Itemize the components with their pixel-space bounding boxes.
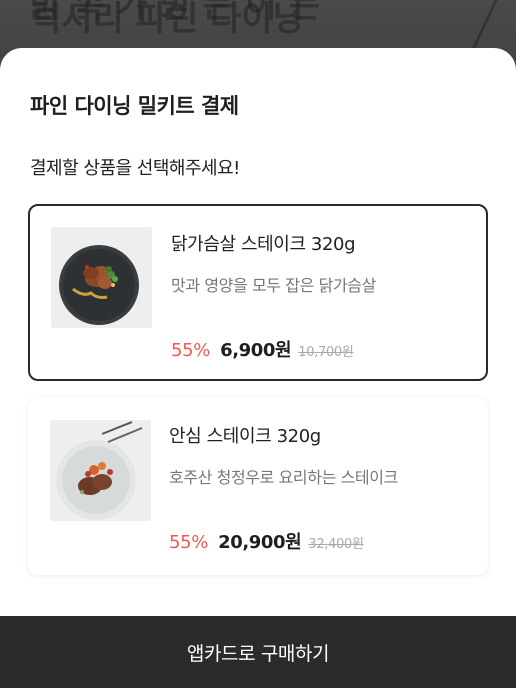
tenderloin-steak-plate-image bbox=[50, 420, 151, 521]
payment-bottom-sheet: 파인 다이닝 밀키트 결제 결제할 상품을 선택해주세요! 닭가슴살 스테이크 … bbox=[0, 48, 516, 688]
product-card-chicken-steak[interactable]: 닭가슴살 스테이크 320g 맛과 영양을 모두 잡은 닭가슴살 55% 6,9… bbox=[28, 204, 488, 381]
app-card-purchase-button[interactable]: 앱카드로 구매하기 bbox=[0, 616, 516, 688]
product-name: 닭가슴살 스테이크 320g bbox=[171, 234, 356, 255]
price-row: 55% 6,900원 10,700원 bbox=[171, 336, 354, 362]
tenderloin-steak-plate-icon bbox=[50, 420, 151, 521]
chicken-steak-plate-icon bbox=[51, 227, 152, 328]
chicken-steak-plate-image bbox=[51, 227, 152, 328]
price-row: 55% 20,900원 32,400원 bbox=[169, 528, 364, 554]
original-price: 10,700원 bbox=[298, 345, 354, 360]
sale-price: 6,900원 bbox=[220, 340, 292, 361]
product-description: 맛과 영양을 모두 잡은 닭가슴살 bbox=[171, 276, 376, 295]
discount-rate: 55% bbox=[169, 532, 209, 553]
product-description: 호주산 청정우로 요리하는 스테이크 bbox=[169, 468, 398, 487]
discount-rate: 55% bbox=[171, 340, 211, 361]
sale-price: 20,900원 bbox=[218, 532, 302, 553]
sheet-instruction: 결제할 상품을 선택해주세요! bbox=[30, 158, 240, 179]
product-card-tenderloin-steak[interactable]: 안심 스테이크 320g 호주산 청정우로 요리하는 스테이크 55% 20,9… bbox=[28, 398, 488, 575]
product-name: 안심 스테이크 320g bbox=[169, 426, 321, 447]
sheet-title: 파인 다이닝 밀키트 결제 bbox=[30, 94, 239, 118]
background-title: 럭셔리 파인 다이닝 bbox=[30, 0, 304, 39]
original-price: 32,400원 bbox=[308, 537, 364, 552]
product-list: 닭가슴살 스테이크 320g 맛과 영양을 모두 잡은 닭가슴살 55% 6,9… bbox=[28, 204, 488, 592]
background-decoration bbox=[411, 0, 498, 50]
